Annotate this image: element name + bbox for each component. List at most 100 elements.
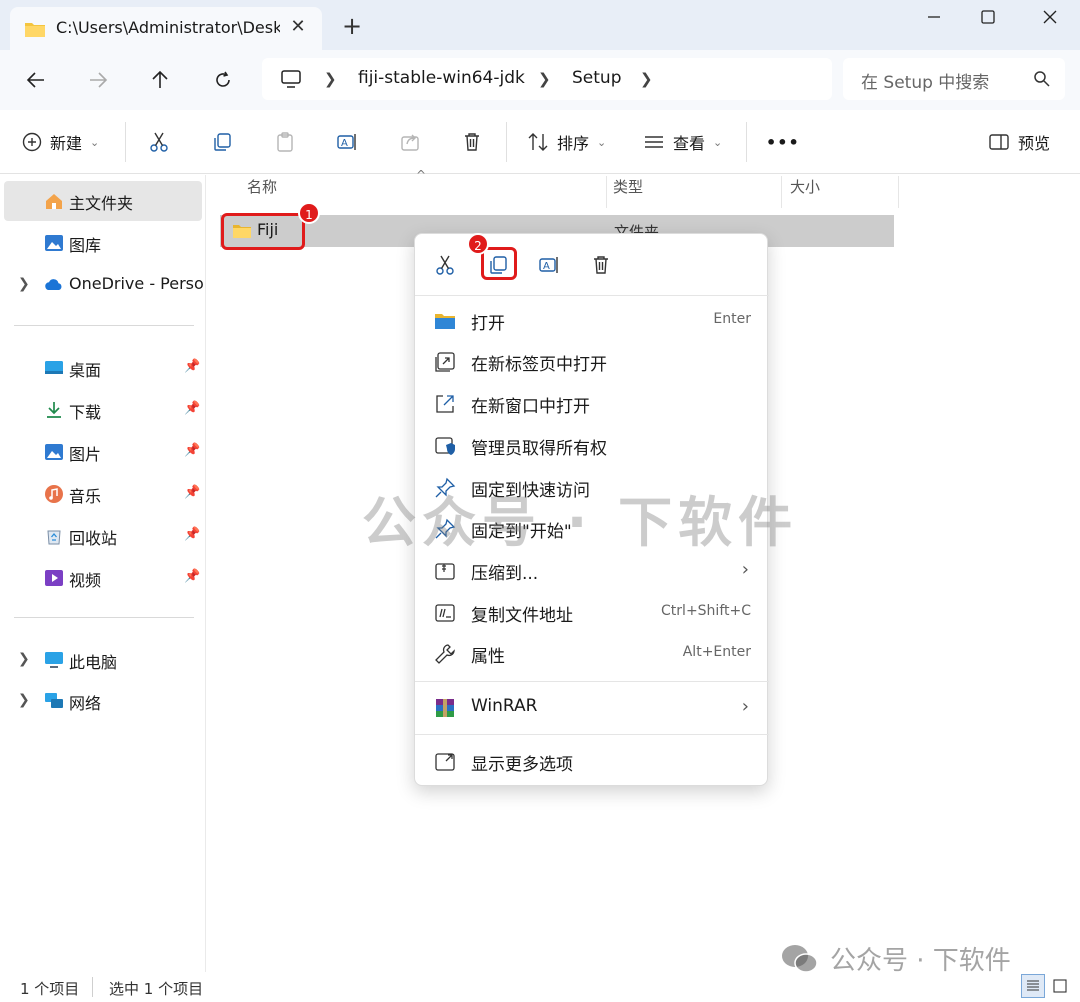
up-button[interactable]: [144, 64, 176, 96]
search-icon: [1033, 70, 1051, 92]
maximize-button[interactable]: [958, 0, 1018, 34]
menu-item-show-more-options[interactable]: 显示更多选项: [415, 742, 769, 782]
recycle-bin-icon: [47, 530, 61, 545]
sidebar-item-label: 主文件夹: [69, 194, 134, 213]
refresh-button[interactable]: [207, 64, 239, 96]
column-divider[interactable]: [781, 176, 782, 208]
sidebar-item-desktop[interactable]: 桌面 📌: [4, 348, 202, 388]
divider: [92, 977, 93, 997]
chevron-right-icon[interactable]: ❯: [18, 276, 30, 292]
new-tab-icon: [435, 352, 455, 372]
zip-icon: [435, 563, 455, 580]
menu-divider: [415, 734, 769, 735]
divider: [14, 325, 194, 326]
rename-button[interactable]: A: [336, 128, 358, 156]
menu-item-label: 在新标签页中打开: [471, 355, 607, 375]
delete-button[interactable]: [461, 128, 483, 156]
address-row: ❯ fiji-stable-win64-jdk ❯ Setup ❯ 在 Setu…: [0, 50, 1080, 110]
tiles-view-icon: [1053, 979, 1067, 993]
pin-icon[interactable]: 📌: [184, 401, 200, 416]
menu-item-shortcut: Alt+Enter: [682, 644, 751, 660]
sidebar-item-label: 桌面: [69, 361, 102, 380]
close-window-button[interactable]: [1020, 0, 1080, 34]
search-input[interactable]: 在 Setup 中搜索: [843, 58, 1065, 100]
cut-button[interactable]: [148, 128, 170, 156]
sidebar-item-label: 图片: [69, 445, 102, 464]
winrar-icon: [436, 699, 454, 717]
arrow-left-icon: [26, 72, 44, 88]
minimize-icon: [928, 16, 940, 18]
context-rename-button[interactable]: A: [534, 250, 564, 280]
status-bar: 1 个项目 选中 1 个项目: [0, 972, 1080, 1002]
menu-item-compress[interactable]: 压缩到... ›: [415, 551, 769, 591]
details-view-button[interactable]: [1021, 974, 1045, 998]
menu-item-open-new-window[interactable]: 在新窗口中打开: [415, 384, 769, 424]
column-header-type[interactable]: 类型: [613, 176, 643, 206]
chevron-right-icon[interactable]: ❯: [18, 651, 30, 667]
desktop-icon: [45, 361, 63, 374]
breadcrumb-item[interactable]: fiji-stable-win64-jdk: [358, 68, 525, 88]
menu-divider: [415, 681, 769, 682]
paste-button[interactable]: [274, 128, 296, 156]
sidebar-item-onedrive[interactable]: ❯ OneDrive - Personal: [4, 265, 203, 305]
sidebar-item-music[interactable]: 音乐 📌: [4, 474, 202, 514]
context-cut-button[interactable]: [430, 250, 460, 280]
scissors-icon: [436, 255, 454, 275]
preview-label: 预览: [1018, 134, 1051, 153]
sidebar-item-label: 音乐: [69, 487, 102, 506]
sidebar-item-gallery[interactable]: 图库: [4, 223, 202, 263]
sidebar-item-this-pc[interactable]: ❯ 此电脑: [4, 640, 202, 680]
sidebar-item-downloads[interactable]: 下载 📌: [4, 390, 202, 430]
pin-icon[interactable]: 📌: [184, 443, 200, 458]
copy-button[interactable]: [211, 128, 233, 156]
sort-label: 排序: [557, 134, 590, 153]
divider: [14, 617, 194, 618]
minimize-button[interactable]: [904, 0, 964, 34]
menu-item-properties[interactable]: 属性 Alt+Enter: [415, 634, 769, 674]
column-header-name[interactable]: 名称: [247, 176, 277, 206]
breadcrumb-item[interactable]: Setup: [572, 68, 621, 88]
tab-current[interactable]: C:\Users\Administrator\Desktop ✕: [10, 7, 322, 50]
menu-item-winrar[interactable]: WinRAR ›: [415, 688, 769, 728]
sidebar-item-home[interactable]: 主文件夹: [4, 181, 202, 221]
forward-button[interactable]: [82, 64, 114, 96]
share-button[interactable]: [399, 128, 421, 156]
pin-icon[interactable]: 📌: [184, 527, 200, 542]
new-tab-button[interactable]: +: [338, 12, 366, 40]
preview-button[interactable]: 预览: [988, 128, 1050, 156]
view-button[interactable]: 查看 ⌄: [643, 128, 722, 156]
preview-pane-icon: [989, 134, 1009, 150]
chevron-right-icon: ❯: [640, 70, 653, 88]
menu-item-copy-path[interactable]: 复制文件地址 Ctrl+Shift+C: [415, 593, 769, 633]
sort-button[interactable]: 排序 ⌄: [527, 128, 606, 156]
menu-item-take-ownership[interactable]: 管理员取得所有权: [415, 426, 769, 466]
context-delete-button[interactable]: [586, 250, 616, 280]
pin-icon[interactable]: 📌: [184, 359, 200, 374]
tiles-view-button[interactable]: [1048, 974, 1072, 998]
network-icon: [45, 693, 63, 708]
item-count: 1 个项目: [20, 980, 80, 998]
pin-icon[interactable]: 📌: [184, 485, 200, 500]
menu-item-open[interactable]: 打开 Enter: [415, 301, 769, 341]
more-button[interactable]: •••: [766, 128, 800, 156]
more-options-icon: [435, 753, 455, 771]
column-divider[interactable]: [606, 176, 607, 208]
back-button[interactable]: [20, 64, 52, 96]
sidebar-item-recycle-bin[interactable]: 回收站 📌: [4, 516, 202, 556]
copy-icon: [214, 133, 231, 151]
tab-close-icon[interactable]: ✕: [286, 15, 310, 39]
sidebar-item-label: OneDrive - Personal: [69, 274, 203, 293]
pin-icon[interactable]: 📌: [184, 569, 200, 584]
music-icon: [45, 485, 63, 503]
command-bar: 新建 ⌄ A 排序 ⌄ 查看 ⌄ ••• 预览: [0, 110, 1080, 174]
sidebar-item-videos[interactable]: 视频 📌: [4, 558, 202, 598]
sidebar-item-pictures[interactable]: 图片 📌: [4, 432, 202, 472]
column-divider[interactable]: [898, 176, 899, 208]
new-button[interactable]: 新建 ⌄: [22, 128, 99, 156]
chevron-right-icon: ❯: [324, 70, 337, 88]
address-bar[interactable]: ❯ fiji-stable-win64-jdk ❯ Setup ❯: [262, 58, 832, 100]
chevron-right-icon[interactable]: ❯: [18, 692, 30, 708]
column-header-size[interactable]: 大小: [790, 176, 820, 206]
menu-item-open-new-tab[interactable]: 在新标签页中打开: [415, 342, 769, 382]
sidebar-item-network[interactable]: ❯ 网络: [4, 681, 202, 721]
